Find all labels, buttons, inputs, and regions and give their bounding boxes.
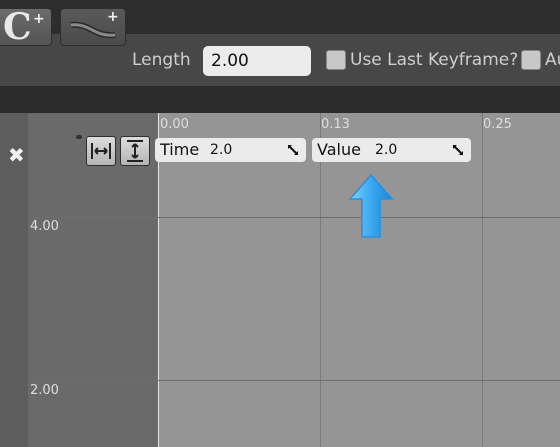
length-label: Length — [132, 50, 191, 70]
use-last-keyframe-label: Use Last Keyframe? — [350, 50, 519, 70]
x-tick-label: 0.00 — [160, 117, 189, 132]
value-label: Value — [317, 140, 361, 159]
value-field[interactable]: Value 2.0 — [312, 138, 471, 162]
auto-label: Au — [545, 50, 560, 70]
fit-vertical-button[interactable] — [120, 136, 150, 166]
curve-graph-area[interactable] — [158, 113, 560, 447]
x-tick-label: 0.13 — [321, 117, 350, 132]
time-value[interactable]: 2.0 — [210, 142, 232, 158]
graph-gridline-vertical — [482, 113, 483, 447]
graph-gridline-vertical — [320, 113, 321, 447]
graph-origin-line — [158, 113, 159, 447]
time-field[interactable]: Time 2.0 — [155, 138, 306, 162]
curve-c-icon: C — [3, 6, 32, 48]
value-value[interactable]: 2.0 — [375, 142, 397, 158]
graph-gridline-horizontal — [28, 380, 560, 381]
fit-horizontal-icon — [91, 143, 111, 159]
expand-icon[interactable] — [286, 143, 300, 157]
plus-icon: + — [107, 9, 119, 25]
fit-horizontal-button[interactable] — [86, 136, 116, 166]
y-tick-label: 4.00 — [30, 219, 59, 234]
close-icon[interactable]: ✖ — [8, 143, 25, 167]
y-tick-label: 2.00 — [30, 383, 59, 398]
plus-icon: + — [33, 11, 45, 27]
time-label: Time — [160, 140, 200, 159]
use-last-keyframe-checkbox[interactable] — [326, 50, 346, 70]
auto-checkbox[interactable] — [521, 50, 541, 70]
graph-gridline-horizontal — [28, 217, 560, 218]
fit-vertical-icon — [127, 140, 143, 162]
expand-icon[interactable] — [451, 143, 465, 157]
length-input[interactable] — [203, 46, 311, 76]
create-curve-button[interactable]: C + — [0, 6, 52, 48]
up-arrow-icon — [348, 173, 394, 238]
drag-handle-icon — [76, 135, 82, 139]
toolbar-separator — [0, 86, 560, 113]
x-tick-label: 0.25 — [483, 117, 512, 132]
curve-shape-button[interactable]: + — [60, 8, 126, 46]
